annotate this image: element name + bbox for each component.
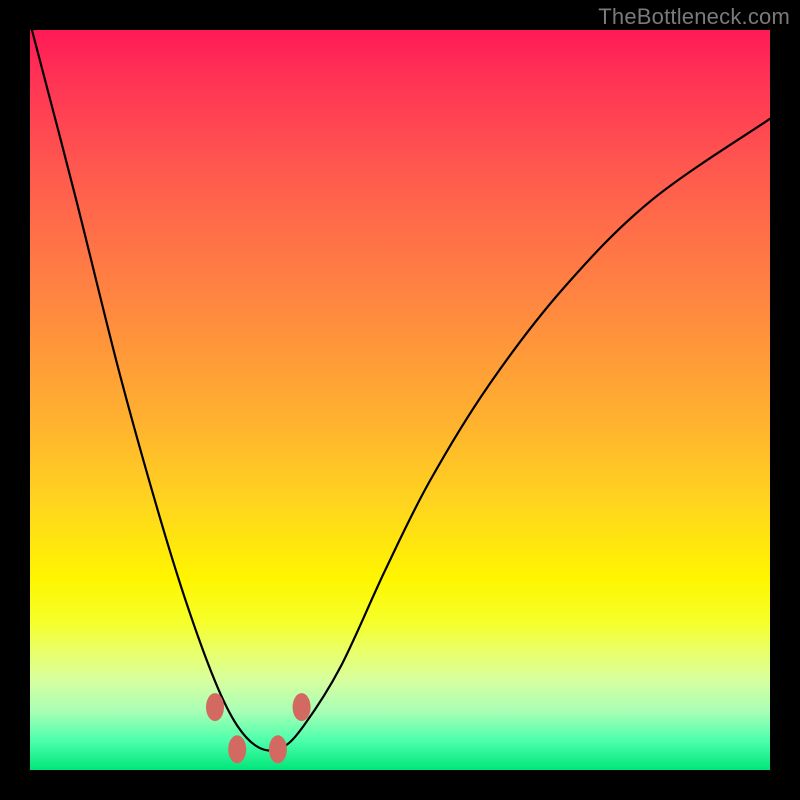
curve-marker [269, 735, 287, 763]
chart-frame: TheBottleneck.com [0, 0, 800, 800]
bottleneck-curve [30, 30, 770, 751]
marker-group [206, 693, 311, 763]
curve-marker [206, 693, 224, 721]
watermark-text: TheBottleneck.com [598, 4, 790, 30]
curve-marker [228, 735, 246, 763]
curve-marker [293, 693, 311, 721]
curve-svg [30, 30, 770, 770]
plot-area [30, 30, 770, 770]
